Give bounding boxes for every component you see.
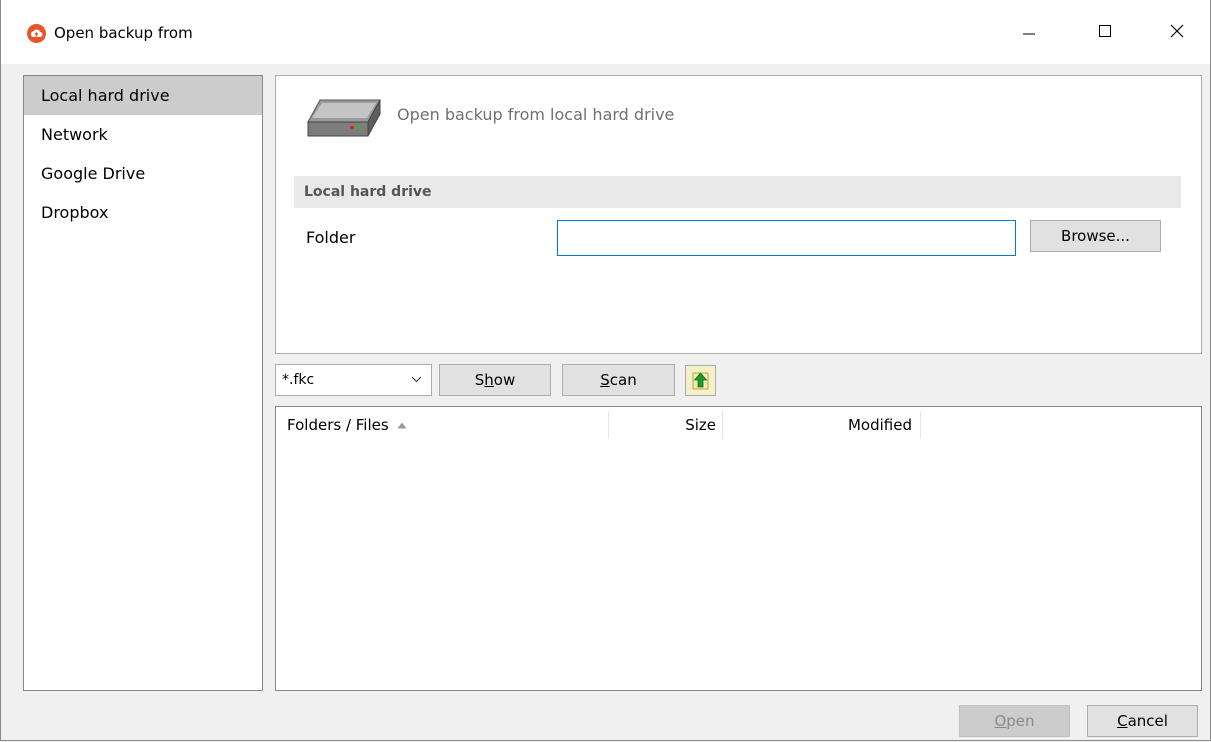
folder-input[interactable] — [557, 220, 1016, 256]
close-button[interactable] — [1154, 8, 1200, 54]
open-button[interactable]: Open — [959, 705, 1070, 737]
nav-item-local-hard-drive[interactable]: Local hard drive — [24, 76, 262, 115]
scan-label-accel: S — [600, 371, 610, 389]
chevron-down-icon — [411, 376, 422, 383]
nav-item-network[interactable]: Network — [24, 115, 262, 154]
panel-caption: Open backup from local hard drive — [397, 105, 675, 124]
show-label-accel: h — [484, 371, 494, 389]
location-list[interactable]: Local hard drive Network Google Drive Dr… — [23, 75, 263, 691]
file-filter-select[interactable]: *.fkc — [275, 364, 432, 396]
file-list[interactable]: Folders / Files Size Modified — [275, 406, 1202, 691]
folder-up-icon — [692, 372, 709, 390]
column-header-name[interactable]: Folders / Files — [287, 407, 607, 439]
open-label-accel: O — [994, 712, 1007, 730]
minimize-icon — [1023, 33, 1035, 35]
open-label-post: pen — [1006, 712, 1035, 730]
column-header-size[interactable]: Size — [608, 407, 716, 439]
show-label-pre: S — [474, 371, 485, 389]
sort-ascending-icon — [397, 422, 407, 429]
section-header: Local hard drive — [294, 176, 1181, 208]
cancel-label-post: ancel — [1127, 712, 1168, 730]
column-header-modified[interactable]: Modified — [722, 407, 912, 439]
maximize-button[interactable] — [1082, 8, 1128, 54]
cancel-label-accel: C — [1117, 712, 1128, 730]
cloud-upload-icon — [27, 24, 46, 43]
minimize-button[interactable] — [1006, 8, 1052, 54]
file-filter-value: *.fkc — [282, 372, 315, 388]
column-separator[interactable] — [920, 411, 921, 439]
scan-button[interactable]: Scan — [562, 364, 675, 396]
title-bar[interactable]: Open backup from — [1, 0, 1210, 64]
window-title: Open backup from — [54, 24, 193, 42]
show-label-post: ow — [493, 371, 516, 389]
nav-item-dropbox[interactable]: Dropbox — [24, 193, 262, 232]
close-icon — [1170, 24, 1184, 38]
maximize-icon — [1099, 25, 1111, 37]
show-button[interactable]: Sh ow — [439, 364, 551, 396]
column-header-name-label: Folders / Files — [287, 416, 389, 434]
list-header: Folders / Files Size Modified — [276, 407, 1201, 443]
scan-label-post: can — [609, 371, 637, 389]
dialog-window: Open backup from Local hard drive Networ… — [0, 0, 1211, 741]
parent-folder-button[interactable] — [685, 365, 716, 396]
folder-label: Folder — [306, 228, 356, 247]
nav-item-google-drive[interactable]: Google Drive — [24, 154, 262, 193]
cancel-button[interactable]: Cancel — [1087, 705, 1198, 737]
location-panel: Open backup from local hard drive Local … — [275, 75, 1202, 354]
hard-drive-icon — [306, 96, 382, 148]
browse-button[interactable]: Browse... — [1030, 220, 1161, 252]
